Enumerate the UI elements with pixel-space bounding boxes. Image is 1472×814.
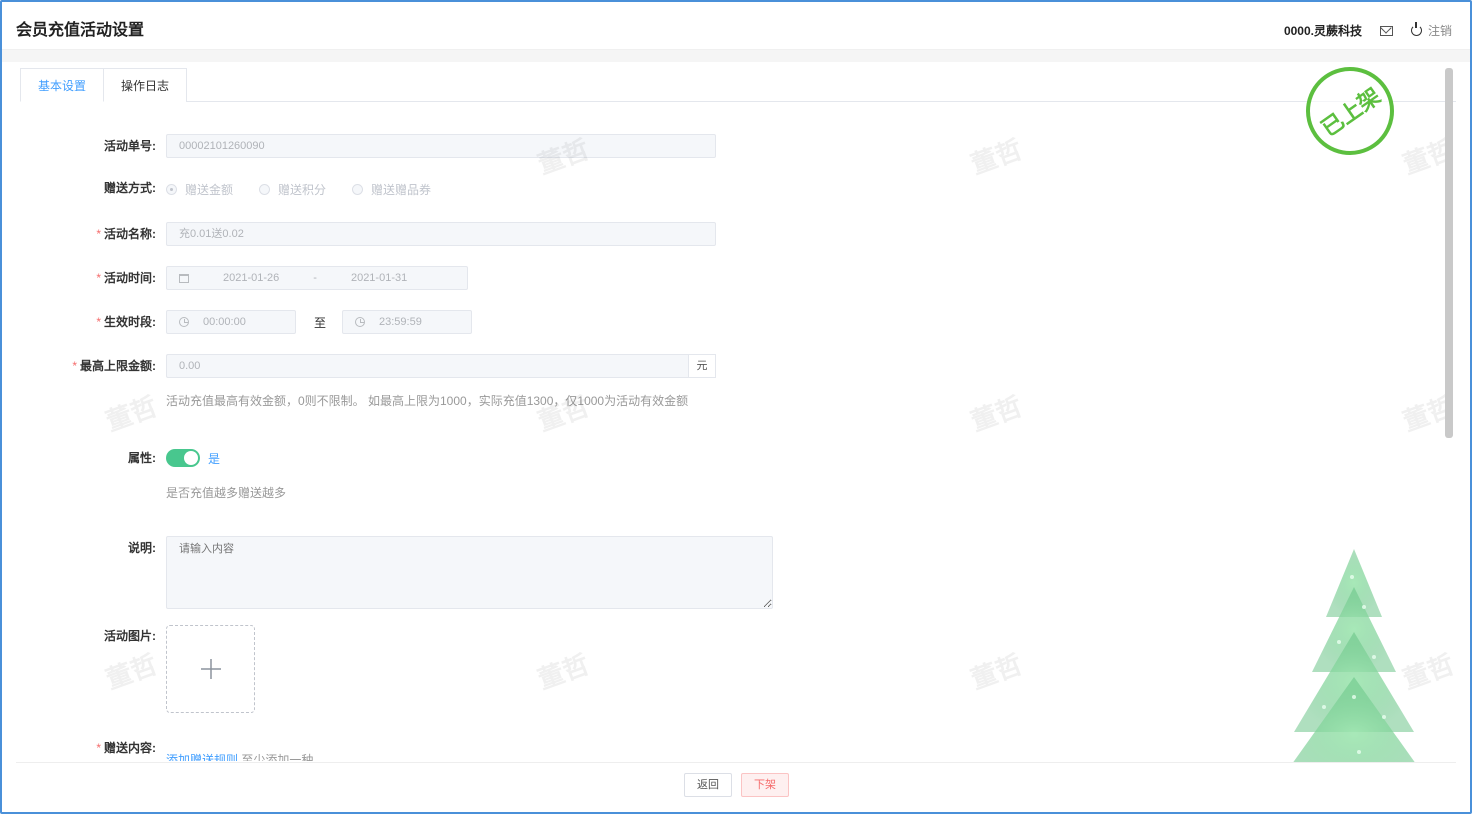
activity-name-input[interactable]: 充0.01送0.02 xyxy=(166,222,716,246)
offshelf-button[interactable]: 下架 xyxy=(741,773,789,797)
end-date: 2021-01-31 xyxy=(350,272,408,284)
date-separator: - xyxy=(313,272,317,284)
attribute-toggle[interactable] xyxy=(166,449,200,467)
gift-content-hint: 至少添加一种 xyxy=(241,753,314,761)
logout-label: 注销 xyxy=(1427,24,1452,38)
description-label: 说明: xyxy=(128,541,156,555)
gift-content-row: 添加赠送规则 至少添加一种 xyxy=(166,751,313,761)
header-actions: 0000.灵蕨科技 注销 xyxy=(1284,22,1452,39)
radio-dot xyxy=(259,184,271,195)
radio-gift-amount[interactable]: 赠送金额 xyxy=(166,181,233,198)
gift-content-label: * 赠送内容: xyxy=(96,741,156,755)
clock-icon xyxy=(355,317,366,327)
currency-unit: 元 xyxy=(688,354,716,378)
vertical-scrollbar[interactable] xyxy=(1445,68,1453,438)
max-amount-input[interactable]: 0.00 xyxy=(166,354,688,378)
clock-icon xyxy=(179,317,189,327)
time-to-label: 至 xyxy=(314,315,327,330)
date-range-picker[interactable]: 2021-01-26 - 2021-01-31 xyxy=(166,266,468,290)
activity-image-label: 活动图片: xyxy=(104,629,156,643)
power-icon xyxy=(1410,22,1422,36)
back-button[interactable]: 返回 xyxy=(684,773,732,797)
activity-no-label: 活动单号: xyxy=(104,139,156,153)
radio-dot xyxy=(352,184,364,195)
page-title: 会员充值活动设置 xyxy=(16,22,145,39)
app-window: 会员充值活动设置 0000.灵蕨科技 注销 基本设置 操作日志 活动单号: 00… xyxy=(0,0,1472,814)
main-content: 基本设置 操作日志 活动单号: 00002101260090 赠送方式: 赠送金… xyxy=(16,62,1456,812)
activity-no-input[interactable]: 00002101260090 xyxy=(166,134,716,158)
attribute-hint: 是否充值越多赠送越多 xyxy=(166,485,287,500)
company-name: 0000.灵蕨科技 xyxy=(1283,24,1362,38)
tab-basic-settings[interactable]: 基本设置 xyxy=(20,68,105,102)
activity-name-label: * 活动名称: xyxy=(96,227,156,241)
radio-gift-points[interactable]: 赠送积分 xyxy=(259,181,326,198)
tab-operation-log[interactable]: 操作日志 xyxy=(104,68,188,102)
tab-bar: 基本设置 操作日志 xyxy=(20,68,1456,102)
image-upload-area[interactable] xyxy=(166,625,255,713)
description-textarea[interactable] xyxy=(166,536,773,609)
add-gift-rule-link[interactable]: 添加赠送规则 xyxy=(166,753,238,761)
calendar-icon xyxy=(179,273,189,283)
attribute-label: 属性: xyxy=(128,451,156,465)
start-date: 2021-01-26 xyxy=(223,272,280,284)
start-time-picker[interactable]: 00:00:00 xyxy=(166,310,296,334)
max-amount-hint: 活动充值最高有效金额，0则不限制。 如最高上限为1000，实际充值1300，仅1… xyxy=(166,393,689,408)
end-time-picker[interactable]: 23:59:59 xyxy=(342,310,473,334)
activity-time-label: * 活动时间: xyxy=(96,271,156,285)
max-amount-label: * 最高上限金额: xyxy=(72,359,156,373)
plus-icon xyxy=(200,659,221,679)
toggle-state-label: 是 xyxy=(208,451,221,466)
mail-icon[interactable] xyxy=(1379,25,1393,36)
logout-button[interactable]: 注销 xyxy=(1410,22,1452,39)
header-bar: 会员充值活动设置 0000.灵蕨科技 注销 xyxy=(2,2,1470,50)
header-divider xyxy=(2,50,1470,62)
radio-gift-voucher[interactable]: 赠送赠品券 xyxy=(352,181,431,198)
radio-dot xyxy=(166,184,177,195)
effective-period-label: * 生效时段: xyxy=(96,315,156,329)
bottom-action-bar: 返回 下架 xyxy=(16,762,1456,812)
gift-method-label: 赠送方式: xyxy=(104,181,156,195)
gift-method-radio-group: 赠送金额 赠送积分 赠送赠品券 xyxy=(166,181,431,198)
